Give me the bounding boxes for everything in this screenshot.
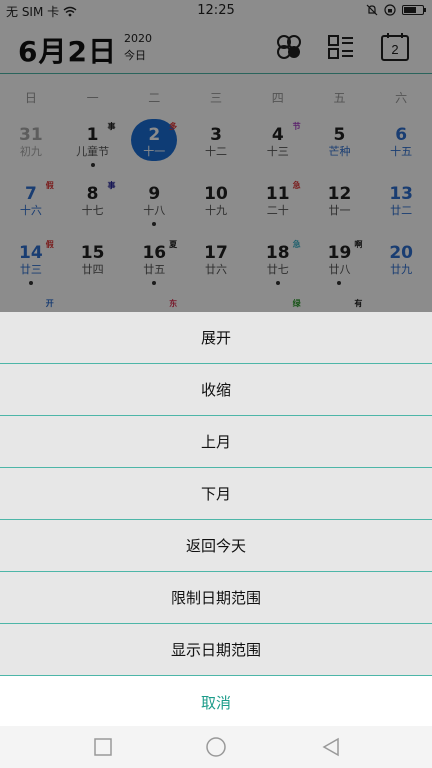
recent-apps-icon[interactable] [92,736,114,758]
home-icon[interactable] [205,736,227,758]
back-today-option[interactable]: 返回今天 [0,520,432,572]
next-month-option[interactable]: 下月 [0,468,432,520]
cancel-button[interactable]: 取消 [0,676,432,728]
limit-range-option[interactable]: 限制日期范围 [0,572,432,624]
system-nav-bar [0,726,432,768]
action-sheet: 展开 收缩 上月 下月 返回今天 限制日期范围 显示日期范围 取消 [0,312,432,728]
expand-option[interactable]: 展开 [0,312,432,364]
back-icon[interactable] [320,736,342,758]
collapse-option[interactable]: 收缩 [0,364,432,416]
prev-month-option[interactable]: 上月 [0,416,432,468]
show-range-option[interactable]: 显示日期范围 [0,624,432,676]
